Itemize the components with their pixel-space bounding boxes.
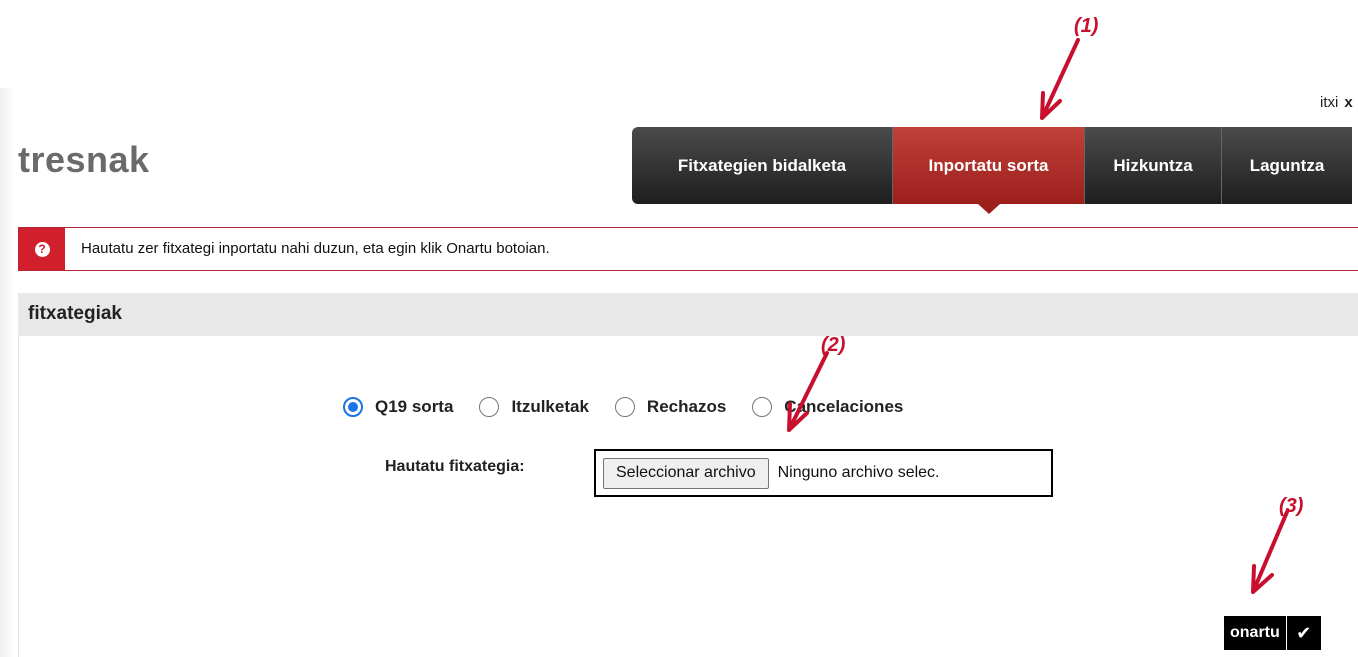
annotation-label-3: (3) — [1279, 495, 1304, 517]
arrow-1-icon — [1040, 38, 1080, 120]
annotation-arrows — [787, 38, 1289, 594]
annotation-label-2: (2) — [821, 334, 846, 356]
annotation-label-1: (1) — [1074, 15, 1099, 37]
arrow-2-icon — [787, 351, 829, 432]
arrow-3-icon — [1251, 510, 1289, 594]
